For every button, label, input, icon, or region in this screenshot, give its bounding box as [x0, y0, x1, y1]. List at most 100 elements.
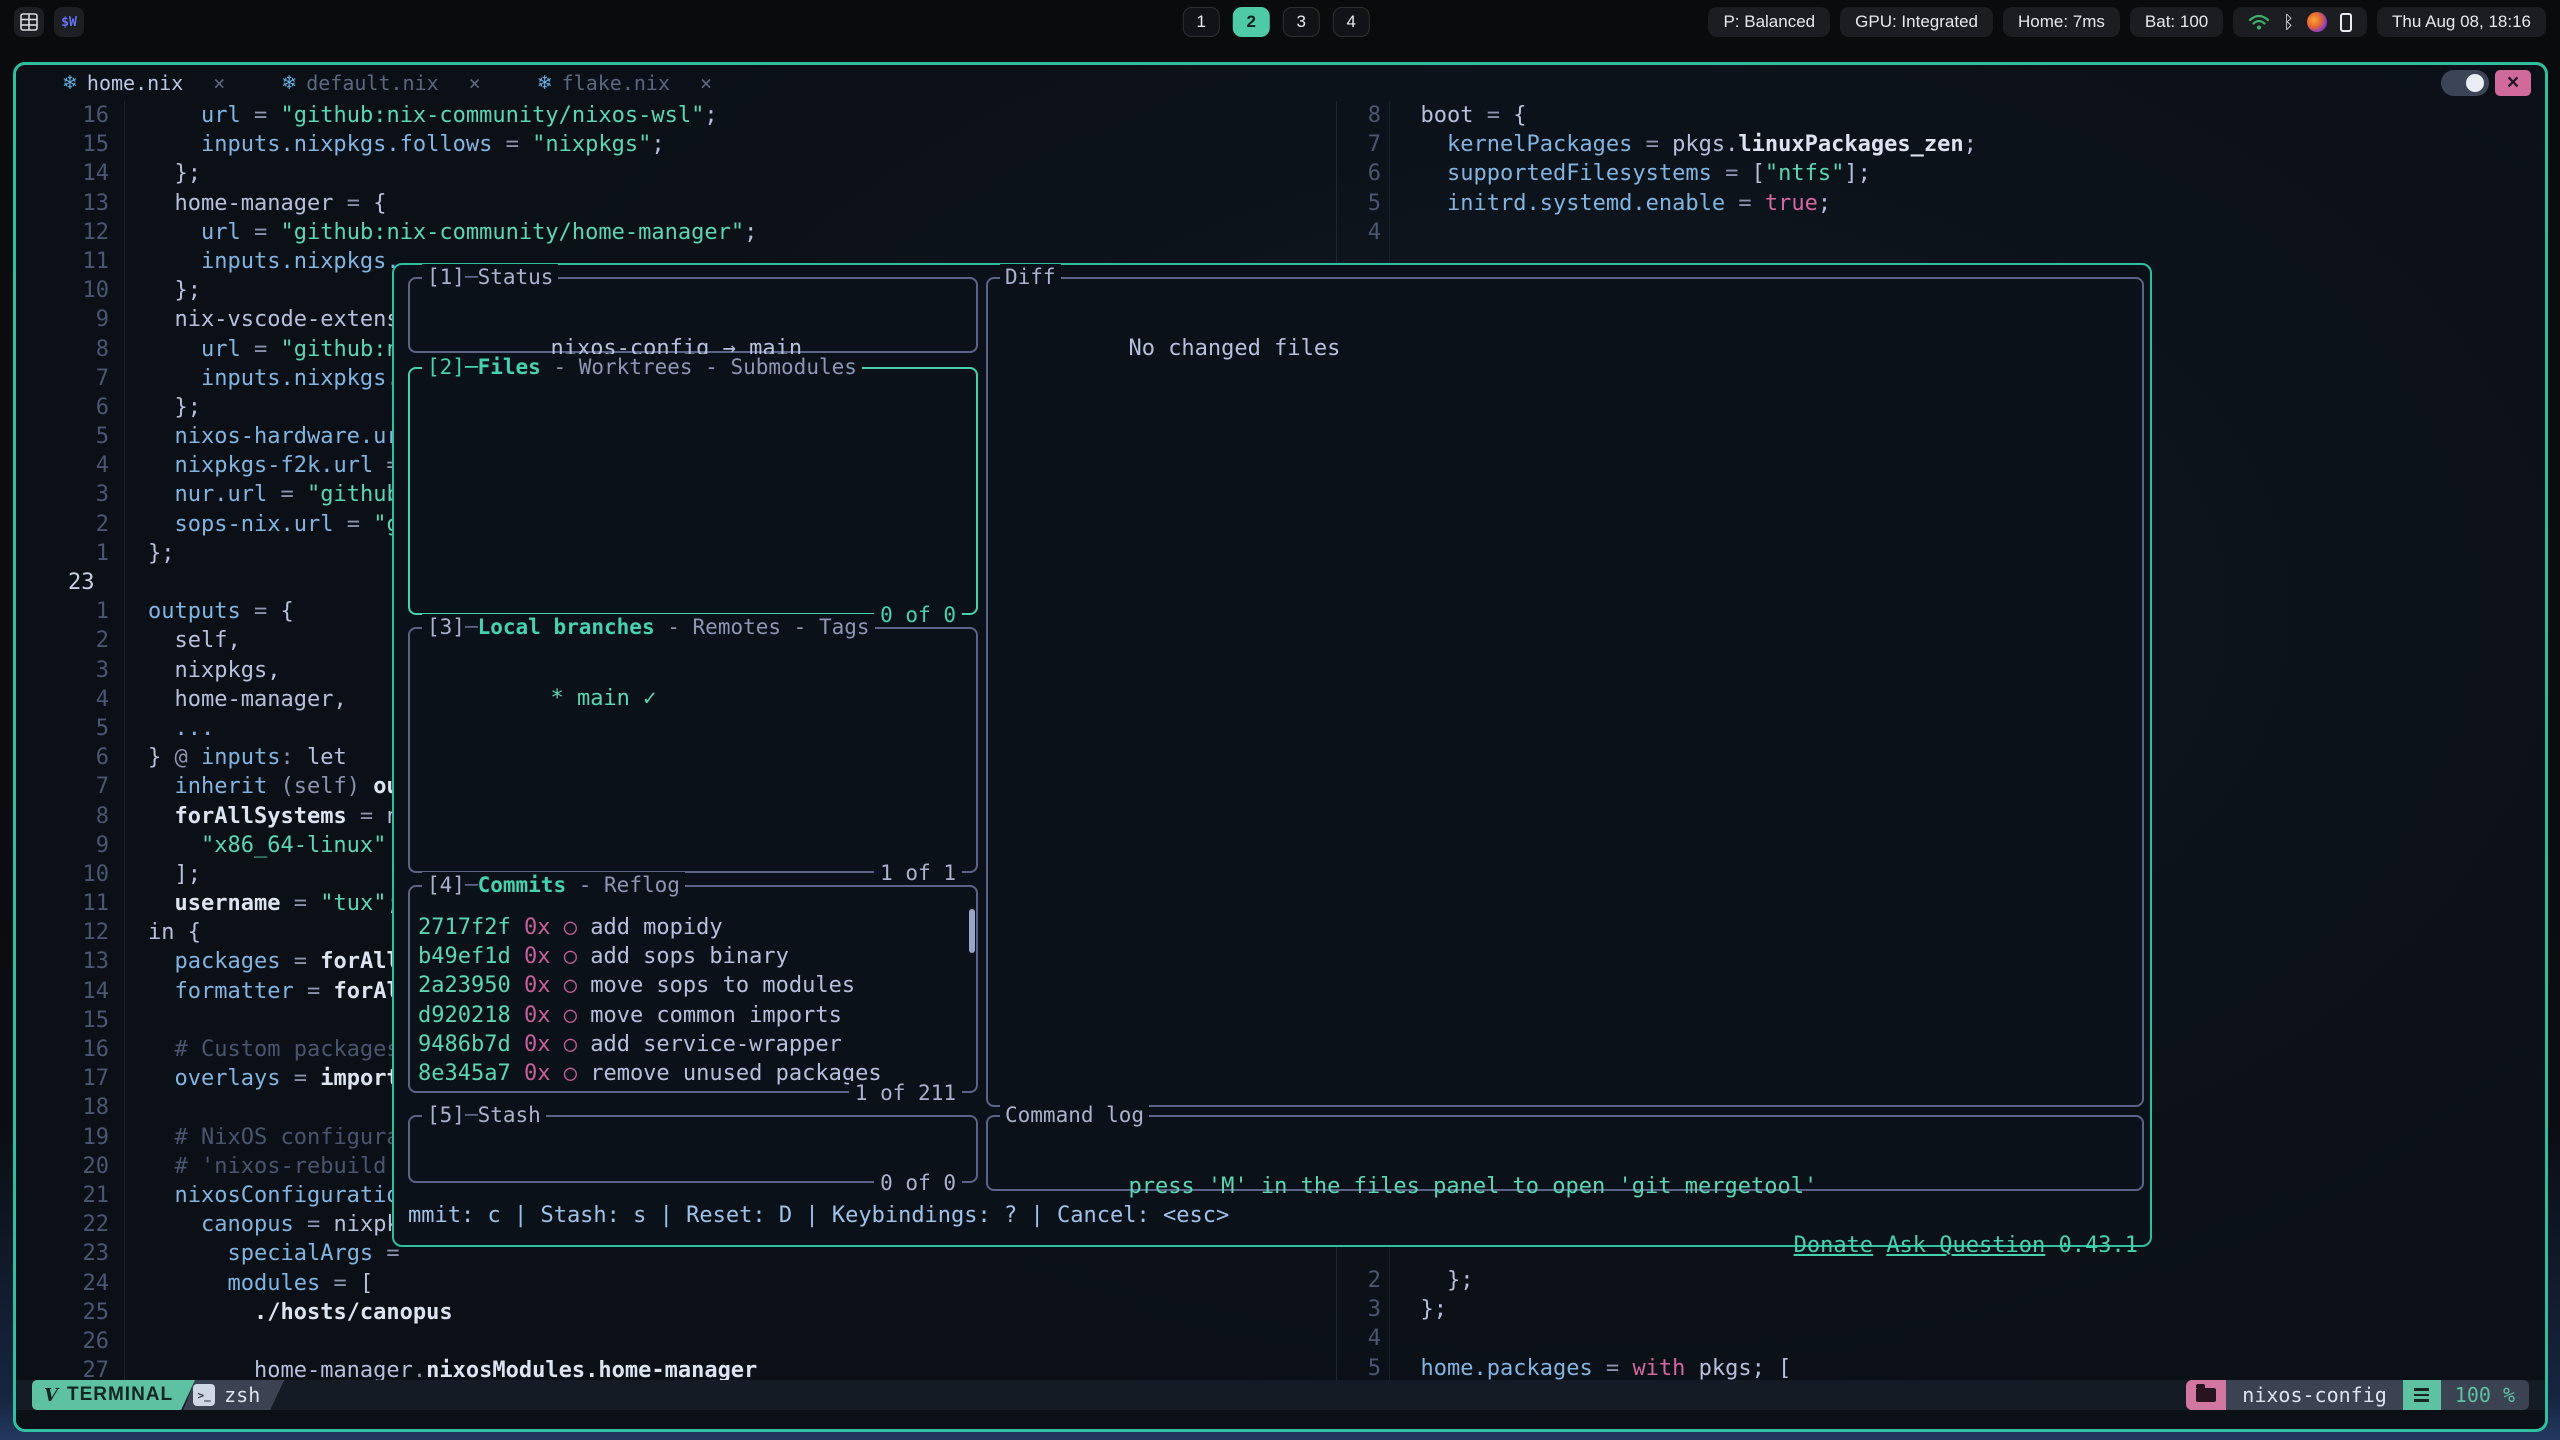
- line-number: 21: [16, 1181, 109, 1210]
- project-name: nixos-config: [2226, 1380, 2403, 1410]
- line-number: 4: [16, 451, 109, 480]
- wezterm-icon-label: $W: [61, 15, 77, 30]
- tab-label: home.nix: [87, 71, 183, 95]
- code-line: 13 home-manager = {: [16, 189, 1336, 218]
- lazygit-commits-panel[interactable]: [4]─Commits - Reflog 2717f2f 0x ○ add mo…: [408, 885, 978, 1093]
- commit-row[interactable]: d920218 0x ○ move common imports: [418, 1001, 968, 1030]
- project-folder-segment: [2186, 1380, 2226, 1410]
- line-number: 9: [16, 305, 109, 334]
- command-log-panel-title: Command log: [1000, 1102, 1149, 1128]
- launcher-group: $W: [14, 7, 84, 37]
- line-number: 14: [16, 977, 109, 1006]
- editor-pane-right-bottom[interactable]: 2 };3 };45 home.packages = with pkgs; [: [1337, 1266, 2545, 1380]
- line-number: 10: [16, 276, 109, 305]
- lazygit-stash-panel[interactable]: [5]─Stash 0 of 0: [408, 1115, 978, 1183]
- line-number: 5: [1337, 1354, 1381, 1380]
- files-panel-title: [2]─Files - Worktrees - Submodules: [422, 354, 862, 380]
- line-number: 14: [16, 159, 109, 188]
- window-controls: ×: [2441, 70, 2531, 96]
- ask-question-link[interactable]: Ask Question: [1886, 1233, 2045, 1258]
- commit-row[interactable]: b49ef1d 0x ○ add sops binary: [418, 942, 968, 971]
- line-number: 15: [16, 1006, 109, 1035]
- line-number: 8: [16, 335, 109, 364]
- desktop-background: $W 1234 P: BalancedGPU: IntegratedHome: …: [0, 0, 2560, 1440]
- lazygit-branches-panel[interactable]: [3]─Local branches - Remotes - Tags * ma…: [408, 627, 978, 873]
- line-number: 11: [16, 889, 109, 918]
- status-pill-gpu[interactable]: GPU: Integrated: [1840, 7, 1993, 37]
- lazygit-files-panel[interactable]: [2]─Files - Worktrees - Submodules 0 of …: [408, 367, 978, 615]
- commits-scrollbar[interactable]: [969, 909, 975, 953]
- commit-row[interactable]: 2a23950 0x ○ move sops to modules: [418, 971, 968, 1000]
- line-number: 8: [1337, 101, 1381, 130]
- line-number: 17: [16, 1064, 109, 1093]
- code-line: 15 inputs.nixpkgs.follows = "nixpkgs";: [16, 130, 1336, 159]
- code-line: 2 };: [1337, 1266, 2545, 1295]
- status-pills: P: Balanced GPU: Integrated Home: 7ms Bat: …: [1708, 7, 2223, 37]
- code-line: 6 supportedFilesystems = ["ntfs"];: [1337, 159, 2545, 188]
- tab-home.nix[interactable]: ❄ home.nix ×: [52, 71, 235, 95]
- line-number: 5: [16, 714, 109, 743]
- terminal-prompt-icon: >_: [193, 1384, 215, 1406]
- nix-snowflake-icon: ❄: [62, 72, 78, 94]
- lazygit-command-log-panel[interactable]: Command log press 'M' in the files panel…: [986, 1115, 2144, 1191]
- line-number: 11: [16, 247, 109, 276]
- code-line: 8 boot = {: [1337, 101, 2545, 130]
- workspace-button-2[interactable]: 2: [1233, 7, 1270, 37]
- line-number: 24: [16, 1269, 109, 1298]
- tab-close-icon[interactable]: ×: [700, 71, 712, 95]
- branch-list-item[interactable]: * main ✓: [550, 686, 656, 711]
- terminal-window: ❄home.nix×❄default.nix×❄flake.nix× × 16 …: [13, 62, 2548, 1432]
- line-number: 7: [1337, 130, 1381, 159]
- line-number: 12: [16, 218, 109, 247]
- line-number: 9: [16, 831, 109, 860]
- line-number: 19: [16, 1123, 109, 1152]
- line-number: 1: [16, 597, 109, 626]
- commit-row[interactable]: 2717f2f 0x ○ add mopidy: [418, 913, 968, 942]
- line-number: 15: [16, 130, 109, 159]
- commits-panel-title: [4]─Commits - Reflog: [422, 872, 685, 898]
- apps-grid-icon[interactable]: [14, 7, 44, 37]
- branches-count: 1 of 1: [874, 861, 962, 885]
- status-pill-home[interactable]: Home: 7ms: [2003, 7, 2120, 37]
- mode-label: TERMINAL: [67, 1384, 173, 1406]
- status-pill-p[interactable]: P: Balanced: [1708, 7, 1830, 37]
- lazygit-diff-panel[interactable]: Diff No changed files: [986, 277, 2144, 1107]
- editor-pane-right-top[interactable]: 8 boot = {7 kernelPackages = pkgs.linuxP…: [1337, 101, 2545, 247]
- wezterm-icon[interactable]: $W: [54, 7, 84, 37]
- line-number: 23: [16, 568, 109, 597]
- workspace-switcher: 1234: [1183, 7, 1370, 37]
- workspace-button-1[interactable]: 1: [1183, 7, 1220, 37]
- commits-count: 1 of 211: [849, 1081, 962, 1105]
- tab-close-icon[interactable]: ×: [469, 71, 481, 95]
- lazygit-version: 0.43.1: [2059, 1233, 2138, 1258]
- lazygit-footer-links: Donate Ask Question 0.43.1: [1688, 1201, 2138, 1231]
- status-pill-bat[interactable]: Bat: 100: [2130, 7, 2223, 37]
- code-line: 3 };: [1337, 1295, 2545, 1324]
- line-number: 13: [16, 947, 109, 976]
- line-number: 12: [16, 918, 109, 947]
- line-number: 4: [1337, 218, 1381, 247]
- workspace-button-3[interactable]: 3: [1283, 7, 1320, 37]
- commit-row[interactable]: 9486b7d 0x ○ add service-wrapper: [418, 1030, 968, 1059]
- window-close-button[interactable]: ×: [2495, 70, 2531, 96]
- donate-link[interactable]: Donate: [1794, 1233, 1873, 1258]
- lines-icon-segment: [2403, 1380, 2441, 1410]
- tab-close-icon[interactable]: ×: [213, 71, 225, 95]
- code-line: 4: [1337, 218, 2545, 247]
- code-line: 26: [16, 1327, 1336, 1356]
- tab-default.nix[interactable]: ❄default.nix×: [271, 71, 490, 95]
- window-toggle-switch[interactable]: [2441, 70, 2489, 96]
- workspace-button-4[interactable]: 4: [1333, 7, 1370, 37]
- clock[interactable]: Thu Aug 08, 18:16: [2377, 7, 2546, 37]
- vim-mode-icon: V: [44, 1385, 59, 1406]
- tab-flake.nix[interactable]: ❄flake.nix×: [527, 71, 722, 95]
- line-number: 2: [16, 626, 109, 655]
- commit-list: 2717f2f 0x ○ add mopidyb49ef1d 0x ○ add …: [418, 913, 968, 1088]
- line-number: 23: [16, 1239, 109, 1268]
- wifi-icon: [2248, 13, 2270, 31]
- line-number: 25: [16, 1298, 109, 1327]
- branches-panel-title: [3]─Local branches - Remotes - Tags: [422, 614, 875, 640]
- lazygit-status-panel[interactable]: [1]─Status nixos-config → main: [408, 277, 978, 353]
- status-panel-title: [1]─Status: [422, 264, 558, 290]
- system-tray[interactable]: ᛒ: [2233, 7, 2367, 37]
